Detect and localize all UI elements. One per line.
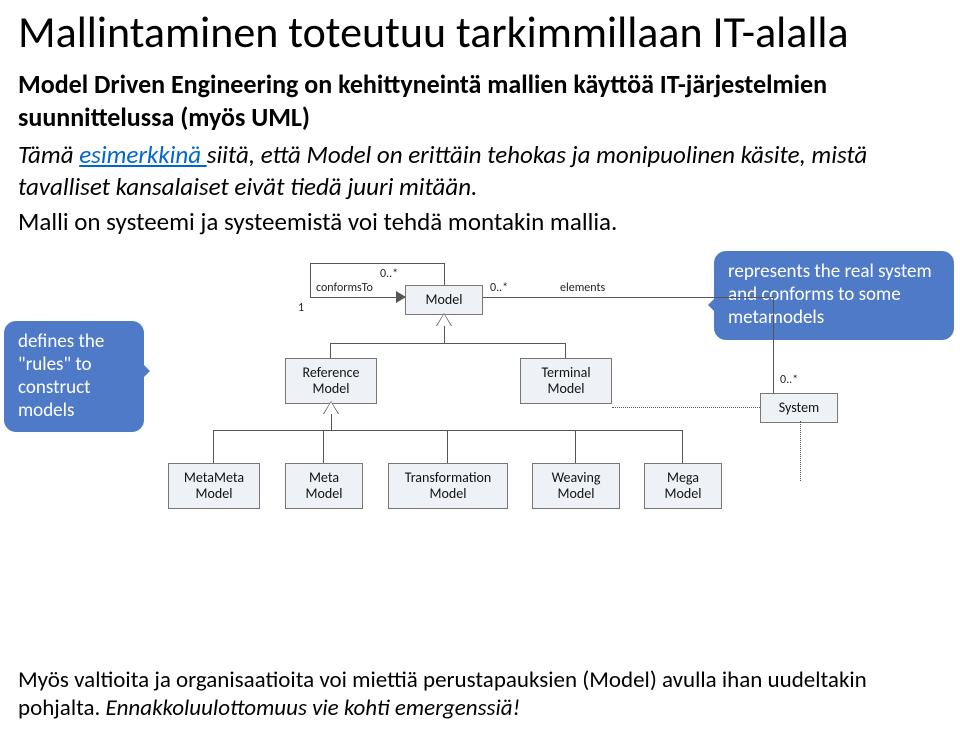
uml-reference-model-box: ReferenceModel [285,358,377,404]
footer-note: Myös valtioita ja organisaatioita voi mi… [0,658,960,732]
body-paragraph-2: Malli on systeemi ja systeemistä voi teh… [0,206,960,243]
body1-pre: Tämä [18,139,79,170]
page-title: Mallintaminen toteutuu tarkimmillaan IT-… [0,0,960,68]
uml-mult-0s-left: 0..* [490,281,508,295]
uml-diagram: defines the "rules" to construct models … [0,243,960,533]
uml-terminal-model-box: TerminalModel [520,358,612,404]
callout-represents-system: represents the real system and conforms … [714,251,954,339]
subtitle: Model Driven Engineering on kehittyneint… [0,68,960,139]
uml-conformsto-label: conformsTo [316,281,373,295]
uml-metameta-model-box: MetaMetaModel [168,463,260,509]
uml-system-box: System [760,393,838,423]
uml-mult-0s-right: 0..* [780,373,798,387]
uml-mult-1: 1 [298,301,304,315]
uml-transformation-model-box: TransformationModel [388,463,508,509]
uml-mult-0s: 0..* [380,267,398,281]
callout-defines-rules: defines the "rules" to construct models [4,321,144,432]
body-paragraph-1: Tämä esimerkkinä siitä, että Model on er… [0,139,960,206]
uml-weaving-model-box: WeavingModel [532,463,620,509]
uml-elements-label: elements [560,281,605,295]
uml-mega-model-box: MegaModel [644,463,722,509]
uml-meta-model-box: MetaModel [285,463,363,509]
uml-model-box: Model [405,285,483,315]
example-link[interactable]: esimerkkinä [79,139,207,170]
footer-emphasis: Ennakkoluulottomuus vie kohti emergenssi… [106,694,521,722]
